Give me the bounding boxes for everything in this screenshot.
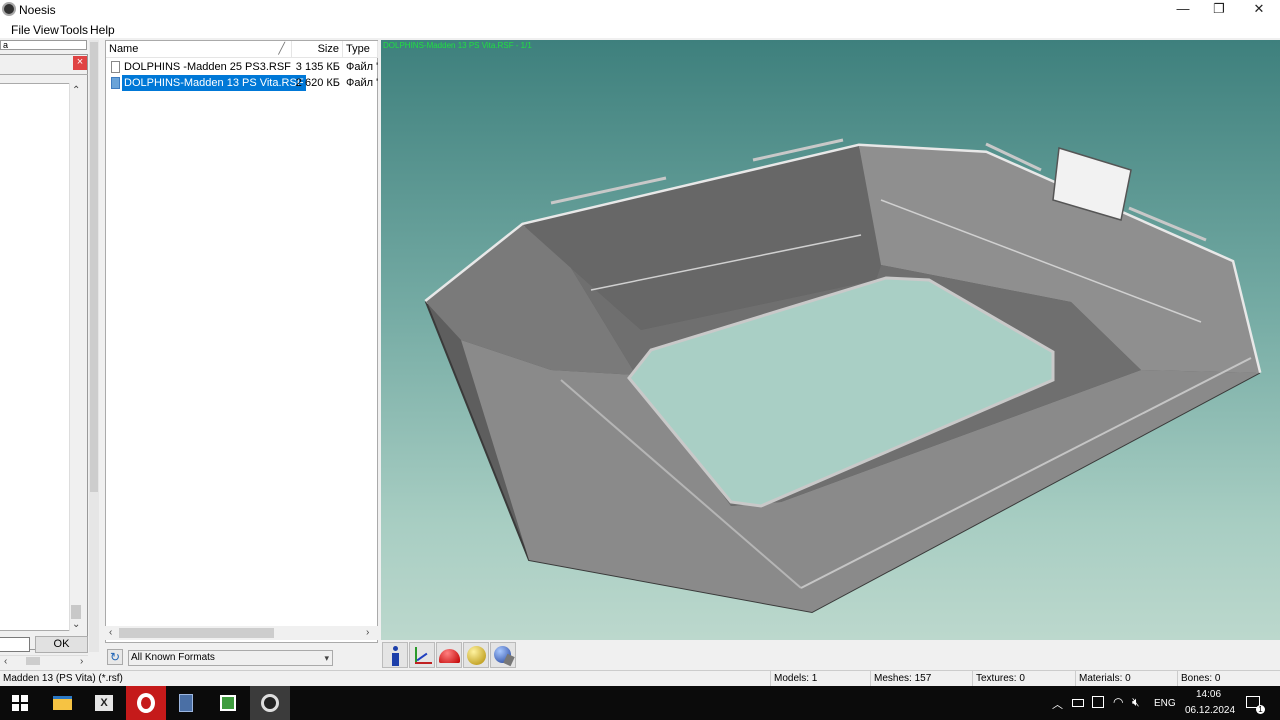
column-header-name[interactable]: Name ╱ [106, 41, 292, 58]
status-models: Models: 1 [770, 671, 870, 687]
menu-file[interactable]: File [11, 23, 30, 37]
tree-path-field[interactable]: a [0, 40, 87, 50]
noesis-taskbar-icon[interactable] [250, 686, 290, 720]
file-icon [111, 61, 120, 73]
scroll-down-icon[interactable]: ⌄ [72, 619, 80, 630]
scroll-up-icon[interactable]: ⌃ [72, 85, 80, 96]
title-bar: Noesis — ❐ ✕ [0, 0, 1280, 20]
xnview-taskbar-icon[interactable]: X [84, 686, 124, 720]
tray-chevron-up-icon[interactable]: ︿ [1052, 696, 1063, 712]
column-header-type[interactable]: Type [343, 41, 378, 58]
menu-bar: File View Tools Help [0, 20, 1280, 38]
info-icon[interactable] [382, 642, 408, 668]
menu-help[interactable]: Help [90, 23, 115, 37]
format-filter-value: All Known Formats [131, 652, 215, 663]
scroll-right-icon[interactable]: › [366, 627, 369, 638]
model-viewport[interactable]: DOLPHINS-Madden 13 PS Vita.RSF - 1/1 [381, 40, 1280, 640]
tree-scroll-thumb[interactable] [90, 42, 98, 492]
status-bones: Bones: 0 [1177, 671, 1280, 687]
format-filter-select[interactable]: All Known Formats ▾ [128, 650, 333, 666]
wifi-icon[interactable]: ◠ [1113, 695, 1123, 709]
status-meshes: Meshes: 157 [870, 671, 972, 687]
axes-icon[interactable] [409, 642, 435, 668]
ok-button[interactable]: OK [35, 636, 88, 653]
clock-time[interactable]: 14:06 [1196, 689, 1221, 700]
file-type: Файл " [346, 77, 378, 89]
opera-taskbar-icon[interactable] [126, 686, 166, 720]
column-header-size[interactable]: Size [292, 41, 343, 58]
menu-view[interactable]: View [33, 23, 59, 37]
noesis-app-icon [2, 2, 16, 16]
dialog-scroll-thumb[interactable] [71, 605, 81, 619]
scroll-left-icon[interactable]: ‹ [4, 656, 7, 667]
image-editor-taskbar-icon[interactable] [208, 686, 248, 720]
language-indicator[interactable]: ENG [1154, 698, 1176, 709]
battery-icon[interactable] [1072, 699, 1084, 707]
file-row[interactable]: DOLPHINS -Madden 25 PS3.RSF 3 135 КБ Фай… [106, 59, 378, 75]
tree-hscroll-thumb[interactable] [26, 657, 40, 665]
tree-horizontal-scrollbar[interactable] [0, 655, 88, 667]
close-button[interactable]: ✕ [1239, 0, 1279, 20]
scroll-left-icon[interactable]: ‹ [109, 627, 112, 638]
file-size: 3 135 КБ [295, 61, 340, 73]
minimize-button[interactable]: — [1163, 0, 1203, 20]
maximize-button[interactable]: ❐ [1199, 0, 1239, 20]
chevron-down-icon: ▾ [324, 653, 329, 663]
notification-count-badge: 1 [1256, 705, 1265, 714]
menu-tools[interactable]: Tools [60, 23, 88, 37]
status-format: Madden 13 (PS Vita) (*.rsf) [3, 673, 123, 684]
clock-date[interactable]: 06.12.2024 [1185, 705, 1235, 716]
file-name: DOLPHINS-Madden 13 PS Vita.RSF [121, 74, 307, 92]
refresh-icon: ↻ [109, 650, 121, 664]
file-type: Файл " [346, 61, 378, 73]
status-materials: Materials: 0 [1075, 671, 1177, 687]
calculator-taskbar-icon[interactable] [166, 686, 206, 720]
folder-dialog: × ⌃ ⌄ OK [0, 54, 88, 653]
tray-app-icon[interactable] [1092, 696, 1104, 708]
file-list-panel: Name ╱ Size Type DOLPHINS -Madden 25 PS3… [105, 40, 378, 643]
file-icon [111, 77, 120, 89]
windows-taskbar: X ︿ ◠ 🔇︎ ENG 14:06 06.12.2024 1 [0, 686, 1280, 720]
viewport-toolbar [381, 640, 1280, 670]
window-title: Noesis [19, 3, 56, 17]
file-list-scroll-thumb[interactable] [119, 628, 274, 638]
file-explorer-taskbar-icon[interactable] [42, 686, 82, 720]
globe-tool-icon[interactable] [490, 642, 516, 668]
status-textures: Textures: 0 [972, 671, 1075, 687]
volume-muted-icon[interactable]: 🔇︎ [1132, 695, 1140, 710]
dialog-close-icon[interactable]: × [73, 56, 87, 70]
scroll-right-icon[interactable]: › [80, 656, 83, 667]
windows-logo-icon [12, 695, 28, 711]
file-name: DOLPHINS -Madden 25 PS3.RSF [124, 61, 291, 73]
sphere-icon[interactable] [463, 642, 489, 668]
file-row-selected[interactable]: DOLPHINS-Madden 13 PS Vita.RSF 2 620 КБ … [106, 74, 378, 92]
dialog-input[interactable] [0, 637, 30, 652]
refresh-button[interactable]: ↻ [107, 649, 123, 665]
start-button[interactable] [0, 686, 40, 720]
stadium-model-render [424, 138, 1262, 614]
status-bar: Madden 13 (PS Vita) (*.rsf) Models: 1 Me… [0, 670, 1280, 687]
dialog-scrollbar[interactable] [69, 83, 83, 631]
dialog-separator [0, 74, 88, 75]
column-name-label: Name [109, 43, 139, 55]
sort-indicator-icon: ╱ [278, 43, 285, 55]
file-size: 2 620 КБ [295, 77, 340, 89]
red-dome-icon[interactable] [436, 642, 462, 668]
